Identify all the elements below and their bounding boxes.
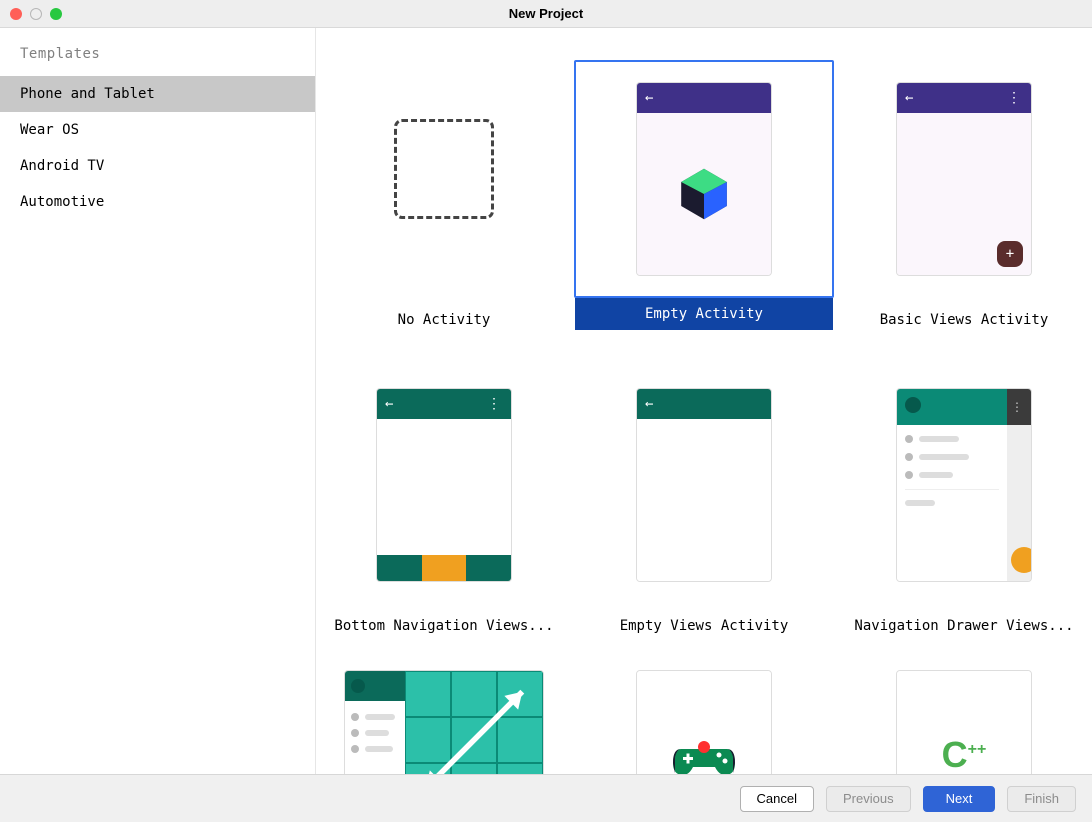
sidebar: Templates Phone and Tablet Wear OS Andro… [0, 28, 316, 774]
overflow-menu-icon: ⋮ [487, 396, 503, 412]
avatar-icon [905, 397, 921, 413]
sidebar-item-phone-tablet[interactable]: Phone and Tablet [0, 76, 315, 112]
preview-drawer-scrim: ⋮ [1007, 389, 1031, 581]
preview-appbar: ← [637, 83, 771, 113]
template-preview: ← ⋮ [376, 388, 512, 582]
preview-bottom-nav [377, 555, 511, 581]
preview-appbar: ← ⋮ [377, 389, 511, 419]
cpp-logo-icon: C++ [942, 734, 987, 774]
preview-appbar: ← ⋮ [897, 83, 1031, 113]
preview-drawer-panel [897, 389, 1007, 581]
template-preview: C++ [896, 670, 1032, 774]
template-preview: ⋮ [896, 388, 1032, 582]
template-gallery: No Activity ← [316, 28, 1092, 774]
zoom-window-icon[interactable] [50, 8, 62, 20]
template-label: Empty Views Activity [620, 618, 789, 634]
template-label: Bottom Navigation Views... [334, 618, 553, 634]
sidebar-item-automotive[interactable]: Automotive [0, 184, 315, 220]
dashed-placeholder-icon [394, 119, 494, 219]
cancel-button[interactable]: Cancel [740, 786, 814, 812]
template-bottom-navigation[interactable]: ← ⋮ Bottom Navigation Views... [316, 366, 573, 634]
template-game-activity[interactable] [575, 670, 833, 774]
template-label: Basic Views Activity [880, 312, 1049, 328]
avatar-icon [351, 679, 365, 693]
template-label: No Activity [398, 312, 491, 328]
preview-drawer-header [897, 389, 1007, 425]
sidebar-item-wear-os[interactable]: Wear OS [0, 112, 315, 148]
sidebar-item-android-tv[interactable]: Android TV [0, 148, 315, 184]
finish-button[interactable]: Finish [1007, 786, 1076, 812]
titlebar: New Project [0, 0, 1092, 28]
compose-logo-icon [674, 164, 734, 224]
template-label: Navigation Drawer Views... [854, 618, 1073, 634]
fab-icon [1011, 547, 1032, 573]
preview-body [637, 113, 771, 275]
template-label: Empty Activity [575, 298, 833, 330]
window-controls [0, 8, 62, 20]
template-empty-activity[interactable]: ← Empty Activity [575, 60, 833, 330]
template-no-activity[interactable]: No Activity [316, 60, 573, 330]
template-navigation-drawer[interactable]: ⋮ Navigation Drawer Views... [835, 366, 1092, 634]
template-basic-views[interactable]: ← ⋮ + Basic Views Activity [835, 60, 1092, 330]
template-empty-views[interactable]: ← Empty Views Activity [575, 366, 833, 634]
template-responsive-views[interactable]: + [316, 670, 573, 774]
template-preview: + [344, 670, 544, 774]
next-button[interactable]: Next [923, 786, 996, 812]
window-title: New Project [509, 6, 583, 21]
preview-body: + [897, 113, 1031, 275]
previous-button[interactable]: Previous [826, 786, 911, 812]
back-arrow-icon: ← [385, 396, 393, 412]
dialog-footer: Cancel Previous Next Finish [0, 774, 1092, 822]
resize-arrow-icon [405, 671, 543, 774]
template-native-cpp[interactable]: C++ [835, 670, 1092, 774]
preview-appbar: ← [637, 389, 771, 419]
close-window-icon[interactable] [10, 8, 22, 20]
minimize-window-icon[interactable] [30, 8, 42, 20]
preview-body [637, 419, 771, 581]
preview-side-panel [345, 671, 405, 774]
back-arrow-icon: ← [645, 90, 653, 106]
game-controller-icon [671, 733, 737, 774]
overflow-menu-icon: ⋮ [1007, 389, 1031, 425]
fab-add-icon: + [997, 241, 1023, 267]
template-preview: ← ⋮ + [896, 82, 1032, 276]
content-area: Templates Phone and Tablet Wear OS Andro… [0, 28, 1092, 774]
template-preview [369, 69, 519, 289]
template-preview: ← [636, 82, 772, 276]
preview-body [377, 419, 511, 555]
back-arrow-icon: ← [645, 396, 653, 412]
template-preview: ← [636, 388, 772, 582]
preview-grid: + [405, 671, 543, 774]
template-preview [636, 670, 772, 774]
overflow-menu-icon: ⋮ [1007, 90, 1023, 106]
sidebar-title: Templates [0, 46, 315, 76]
back-arrow-icon: ← [905, 90, 913, 106]
